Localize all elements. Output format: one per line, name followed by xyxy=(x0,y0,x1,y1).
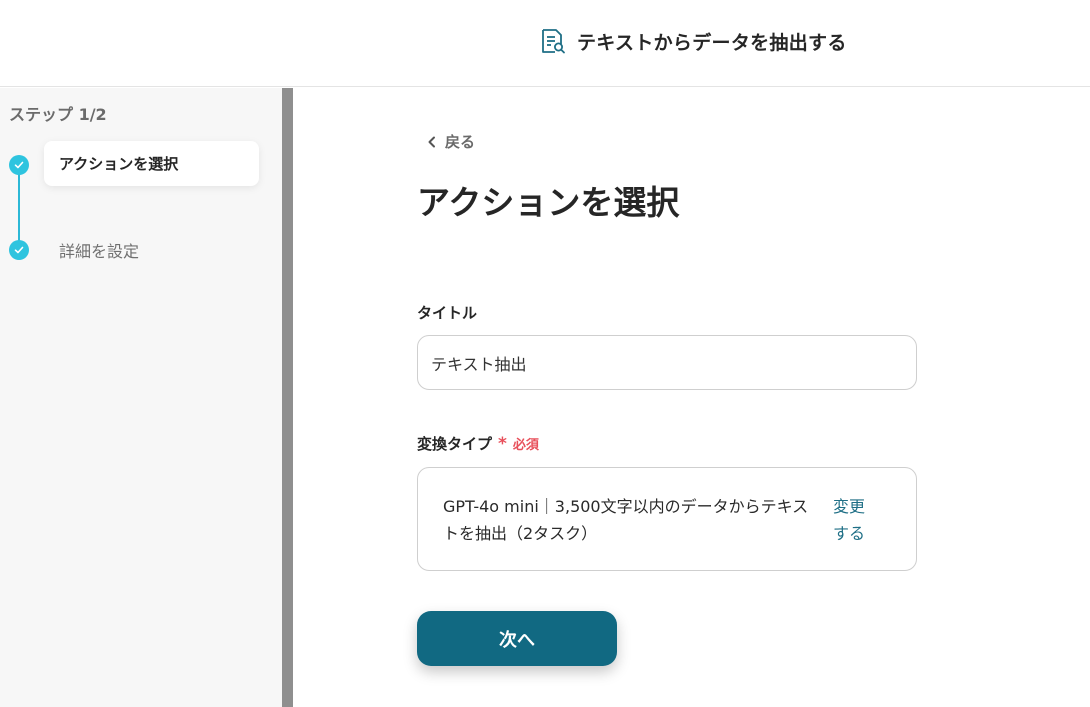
step-1-check-icon xyxy=(9,155,29,175)
next-button[interactable]: 次へ xyxy=(417,611,617,666)
step-2-check-icon xyxy=(9,240,29,260)
title-input[interactable] xyxy=(417,335,917,390)
main-content xyxy=(293,88,1090,707)
required-badge: 必須 xyxy=(512,438,539,453)
conversion-type-value: GPT-4o mini｜3,500文字以内のデータからテキストを抽出（2タスク） xyxy=(443,497,809,543)
type-field-label: 変換タイプ * 必須 xyxy=(417,433,539,454)
header-bar: テキストからデータを抽出する xyxy=(0,0,1090,87)
back-label: 戻る xyxy=(445,133,476,151)
step-item-select-action[interactable]: アクションを選択 xyxy=(44,141,259,186)
page-title: アクションを選択 xyxy=(417,183,680,222)
change-type-link[interactable]: 変更する xyxy=(833,493,878,547)
sidebar-divider[interactable] xyxy=(282,88,293,707)
required-asterisk: * xyxy=(498,433,507,454)
back-link[interactable]: 戻る xyxy=(425,131,475,152)
header-title: テキストからデータを抽出する xyxy=(539,26,847,56)
type-label-text: 変換タイプ xyxy=(417,435,493,453)
document-search-icon xyxy=(542,29,565,54)
step-item-configure-details[interactable]: 詳細を設定 xyxy=(59,238,139,262)
header-title-text: テキストからデータを抽出する xyxy=(577,31,847,54)
chevron-left-icon xyxy=(428,136,435,147)
conversion-type-box: GPT-4o mini｜3,500文字以内のデータからテキストを抽出（2タスク）… xyxy=(417,467,917,571)
step-connector-line xyxy=(18,165,20,249)
step-counter: ステップ 1/2 xyxy=(9,105,107,124)
title-field-label: タイトル xyxy=(417,304,478,322)
